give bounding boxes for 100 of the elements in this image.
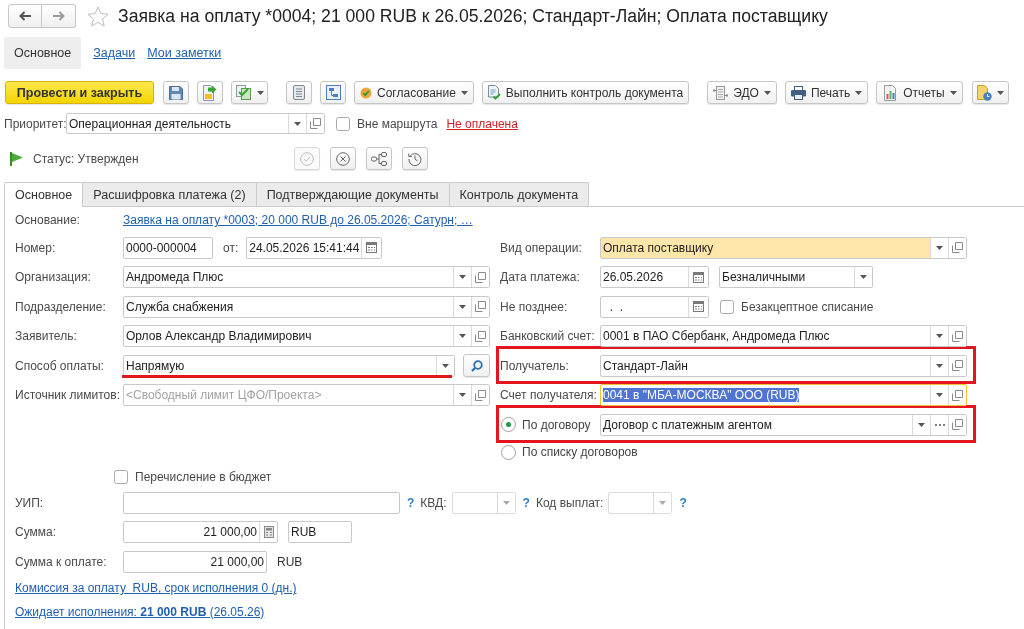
- input-field[interactable]: 0000-000004: [123, 236, 213, 259]
- dropdown-field[interactable]: Операционная деятельность: [66, 113, 325, 134]
- checkbox[interactable]: [114, 469, 128, 484]
- radio-label[interactable]: По списку договоров: [522, 445, 638, 460]
- field-label: Источник лимитов:: [15, 388, 120, 403]
- field-label: Номер:: [15, 240, 56, 255]
- section-tab[interactable]: Мои заметки: [147, 37, 222, 69]
- date-field[interactable]: 26.05.2026: [600, 266, 709, 289]
- field-label: Код выплат:: [535, 495, 604, 510]
- run-check-button[interactable]: Выполнить контроль документа: [481, 81, 690, 104]
- structure-button[interactable]: [320, 81, 346, 104]
- caret-icon: [294, 121, 301, 126]
- branch-button[interactable]: [366, 147, 392, 170]
- status-text: Статус: Утвержден: [33, 151, 139, 166]
- input-field[interactable]: [123, 491, 400, 514]
- radio-button[interactable]: [501, 444, 516, 460]
- caret-icon: [763, 90, 771, 95]
- basis-link[interactable]: Заявка на оплату *0003; 20 000 RUB до 26.05.2026; Сатурн; …: [123, 213, 473, 227]
- caret-icon: [997, 90, 1005, 95]
- window-title: Заявка на оплату *0004; 21 000 RUB к 26.05.2026; Стандарт-Лайн; Оплата поставщику: [118, 5, 828, 27]
- documents-menu-button[interactable]: [231, 81, 268, 104]
- dropdown-field[interactable]: Стандарт-Лайн: [600, 354, 967, 377]
- dropdown-field[interactable]: Безналичными: [719, 266, 873, 289]
- dropdown-field[interactable]: 0001 в ПАО Сбербанк, Андромеда Плюс: [600, 325, 967, 348]
- star-icon[interactable]: [87, 5, 109, 27]
- caret-icon: [936, 393, 943, 398]
- print-menu-button[interactable]: Печать: [784, 81, 869, 104]
- caret-icon: [502, 500, 510, 505]
- field-label: Способ оплаты:: [15, 358, 104, 373]
- open-icon: [475, 389, 486, 401]
- help-link[interactable]: ?: [522, 495, 530, 510]
- dropdown-field[interactable]: Договор с платежным агентом: [600, 413, 967, 436]
- field-label: Основание:: [15, 213, 80, 227]
- search-button[interactable]: [463, 354, 490, 378]
- payment-status-link[interactable]: Не оплачена: [446, 116, 518, 131]
- cross-circle-button[interactable]: [330, 147, 356, 170]
- dropdown-field[interactable]: Андромеда Плюс: [123, 266, 490, 289]
- post-and-close-button[interactable]: Провести и закрыть: [5, 81, 154, 104]
- field-label: КВД:: [420, 495, 447, 510]
- help-link[interactable]: ?: [407, 495, 415, 510]
- dropdown-field[interactable]: Служба снабжения: [123, 295, 490, 318]
- checkbox-label: Перечисление в бюджет: [135, 469, 272, 484]
- document-clock-icon: [976, 84, 993, 101]
- form-tab[interactable]: Подтверждающие документы: [255, 182, 450, 206]
- open-icon: [952, 242, 963, 254]
- open-icon: [952, 360, 963, 372]
- dropdown-field[interactable]: Напрямую: [123, 354, 455, 377]
- section-tab[interactable]: Основное: [4, 37, 82, 69]
- field-label: Вид операции:: [500, 240, 582, 255]
- dropdown-field[interactable]: Оплата поставщику: [600, 236, 967, 259]
- field-label: УИП:: [15, 495, 44, 510]
- radio-label[interactable]: По договору: [522, 417, 591, 432]
- open-icon: [310, 118, 321, 129]
- document-arrows-icon: [713, 85, 729, 100]
- date-field[interactable]: . .: [600, 295, 709, 318]
- reports-menu-button[interactable]: Отчеты: [876, 81, 963, 104]
- field-label: Получатель:: [500, 358, 569, 373]
- dropdown-field[interactable]: Орлов Александр Владимирович: [123, 325, 490, 348]
- history-button[interactable]: [402, 147, 428, 170]
- checkbox[interactable]: [336, 116, 350, 131]
- open-icon: [475, 301, 486, 313]
- field-label: Подразделение:: [15, 299, 106, 314]
- checkbox-label: Безакцептное списание: [741, 299, 874, 314]
- field-label: Сумма к оплате:: [15, 554, 107, 569]
- field-label: Счет получателя:: [500, 388, 597, 403]
- field-label: Не позднее:: [500, 299, 568, 314]
- form-tab[interactable]: Основное: [4, 182, 84, 207]
- field-label: Организация:: [15, 270, 91, 285]
- document-arrow-button[interactable]: [197, 81, 223, 104]
- save-button[interactable]: [163, 81, 189, 104]
- document-clock-menu-button[interactable]: [971, 81, 1009, 104]
- approval-menu-button[interactable]: Согласование: [354, 81, 474, 104]
- caret-icon: [460, 90, 468, 95]
- caret-icon: [936, 363, 943, 368]
- checkbox[interactable]: [720, 299, 734, 314]
- currency-field[interactable]: RUB: [288, 521, 352, 544]
- edo-menu-button[interactable]: ЭДО: [707, 81, 777, 104]
- section-tab[interactable]: Задачи: [93, 37, 136, 69]
- cross-circle-icon: [336, 151, 350, 166]
- caret-icon: [860, 275, 867, 280]
- info-link[interactable]: Комиссия за оплату RUB, срок исполнения 0 (дн.): [15, 581, 297, 596]
- dropdown-field[interactable]: [608, 491, 673, 514]
- help-link[interactable]: ?: [679, 495, 687, 510]
- radio-button[interactable]: [501, 417, 516, 433]
- amount-field[interactable]: 21 000,00: [123, 521, 278, 544]
- info-link[interactable]: Ожидает исполнения: 21 000 RUB (26.05.26): [15, 604, 265, 619]
- check-circle-icon: [360, 86, 372, 99]
- field-label: Дата платежа:: [500, 270, 580, 285]
- date-field[interactable]: 24.05.2026 15:41:44: [246, 236, 383, 259]
- caret-icon: [936, 245, 943, 250]
- amount-field[interactable]: 21 000,00: [123, 550, 267, 573]
- dropdown-field[interactable]: 0041 в "МБА-МОСКВА" ООО (RUB): [600, 384, 967, 407]
- form-tab[interactable]: Расшифровка платежа (2): [82, 182, 257, 206]
- field-label: Банковский счет:: [500, 329, 595, 344]
- back-button[interactable]: [8, 4, 42, 28]
- form-tab[interactable]: Контроль документа: [448, 182, 590, 206]
- dropdown-field[interactable]: [451, 491, 516, 514]
- calendar-icon: [366, 242, 378, 254]
- caret-icon: [459, 304, 466, 309]
- list-button[interactable]: [286, 81, 312, 104]
